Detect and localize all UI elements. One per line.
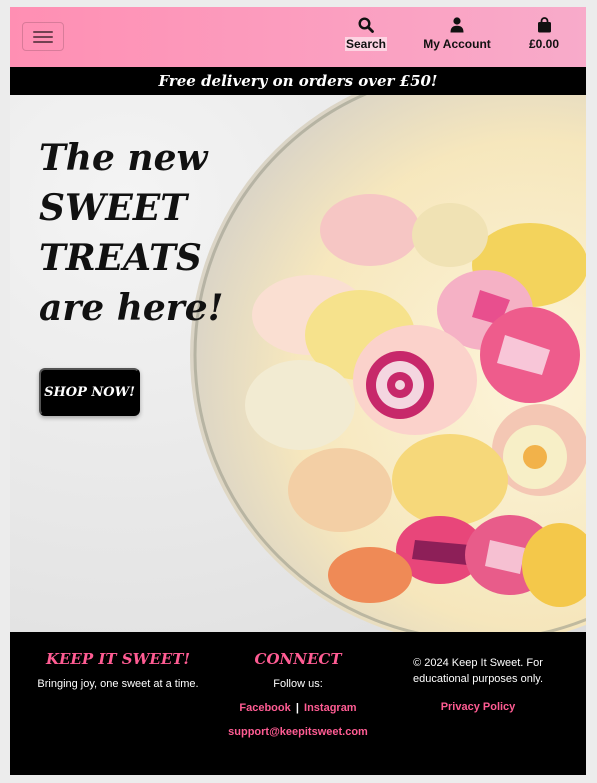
privacy-row: Privacy Policy [394,697,562,715]
page-frame: Search My Account £0.00 Free delivery on… [10,7,586,775]
hero-section: The new SWEET TREATS are here! SHOP NOW! [10,95,586,632]
footer-tagline: Bringing joy, one sweet at a time. [37,678,199,690]
search-label: Search [344,37,388,51]
shopping-bag-link[interactable]: £0.00 [520,17,568,61]
shop-now-button[interactable]: SHOP NOW! [39,368,140,416]
email-row: support@keepitsweet.com [210,722,386,740]
instagram-link[interactable]: Instagram [304,702,357,714]
footer: KEEP IT SWEET! Bringing joy, one sweet a… [10,632,586,775]
social-separator: | [295,702,299,714]
user-icon [450,17,464,33]
footer-brand-column: KEEP IT SWEET! Bringing joy, one sweet a… [34,650,202,692]
footer-brand-heading: KEEP IT SWEET! [45,650,191,668]
support-email-link[interactable]: support@keepitsweet.com [228,726,368,738]
bag-total: £0.00 [528,37,560,51]
navbar: Search My Account £0.00 [10,7,586,67]
promo-banner: Free delivery on orders over £50! [10,67,586,95]
facebook-link[interactable]: Facebook [239,702,290,714]
copyright-text: © 2024 Keep It Sweet. For educational pu… [412,657,544,685]
search-icon [358,17,374,33]
hero-heading: The new SWEET TREATS are here! [39,137,224,329]
menu-toggle-button[interactable] [22,22,64,51]
footer-legal-column: © 2024 Keep It Sweet. For educational pu… [394,655,562,715]
privacy-policy-link[interactable]: Privacy Policy [441,701,516,713]
my-account-label: My Account [423,37,491,51]
footer-connect-column: CONNECT Follow us: Facebook | Instagram … [210,650,386,740]
search-link[interactable]: Search [342,17,390,61]
promo-text: Free delivery on orders over £50! [158,72,438,90]
shopping-bag-icon [537,17,551,33]
footer-connect-heading: CONNECT [254,650,342,668]
social-links: Facebook | Instagram [210,698,386,716]
footer-follow-text: Follow us: [273,678,323,690]
my-account-link[interactable]: My Account [418,17,496,61]
